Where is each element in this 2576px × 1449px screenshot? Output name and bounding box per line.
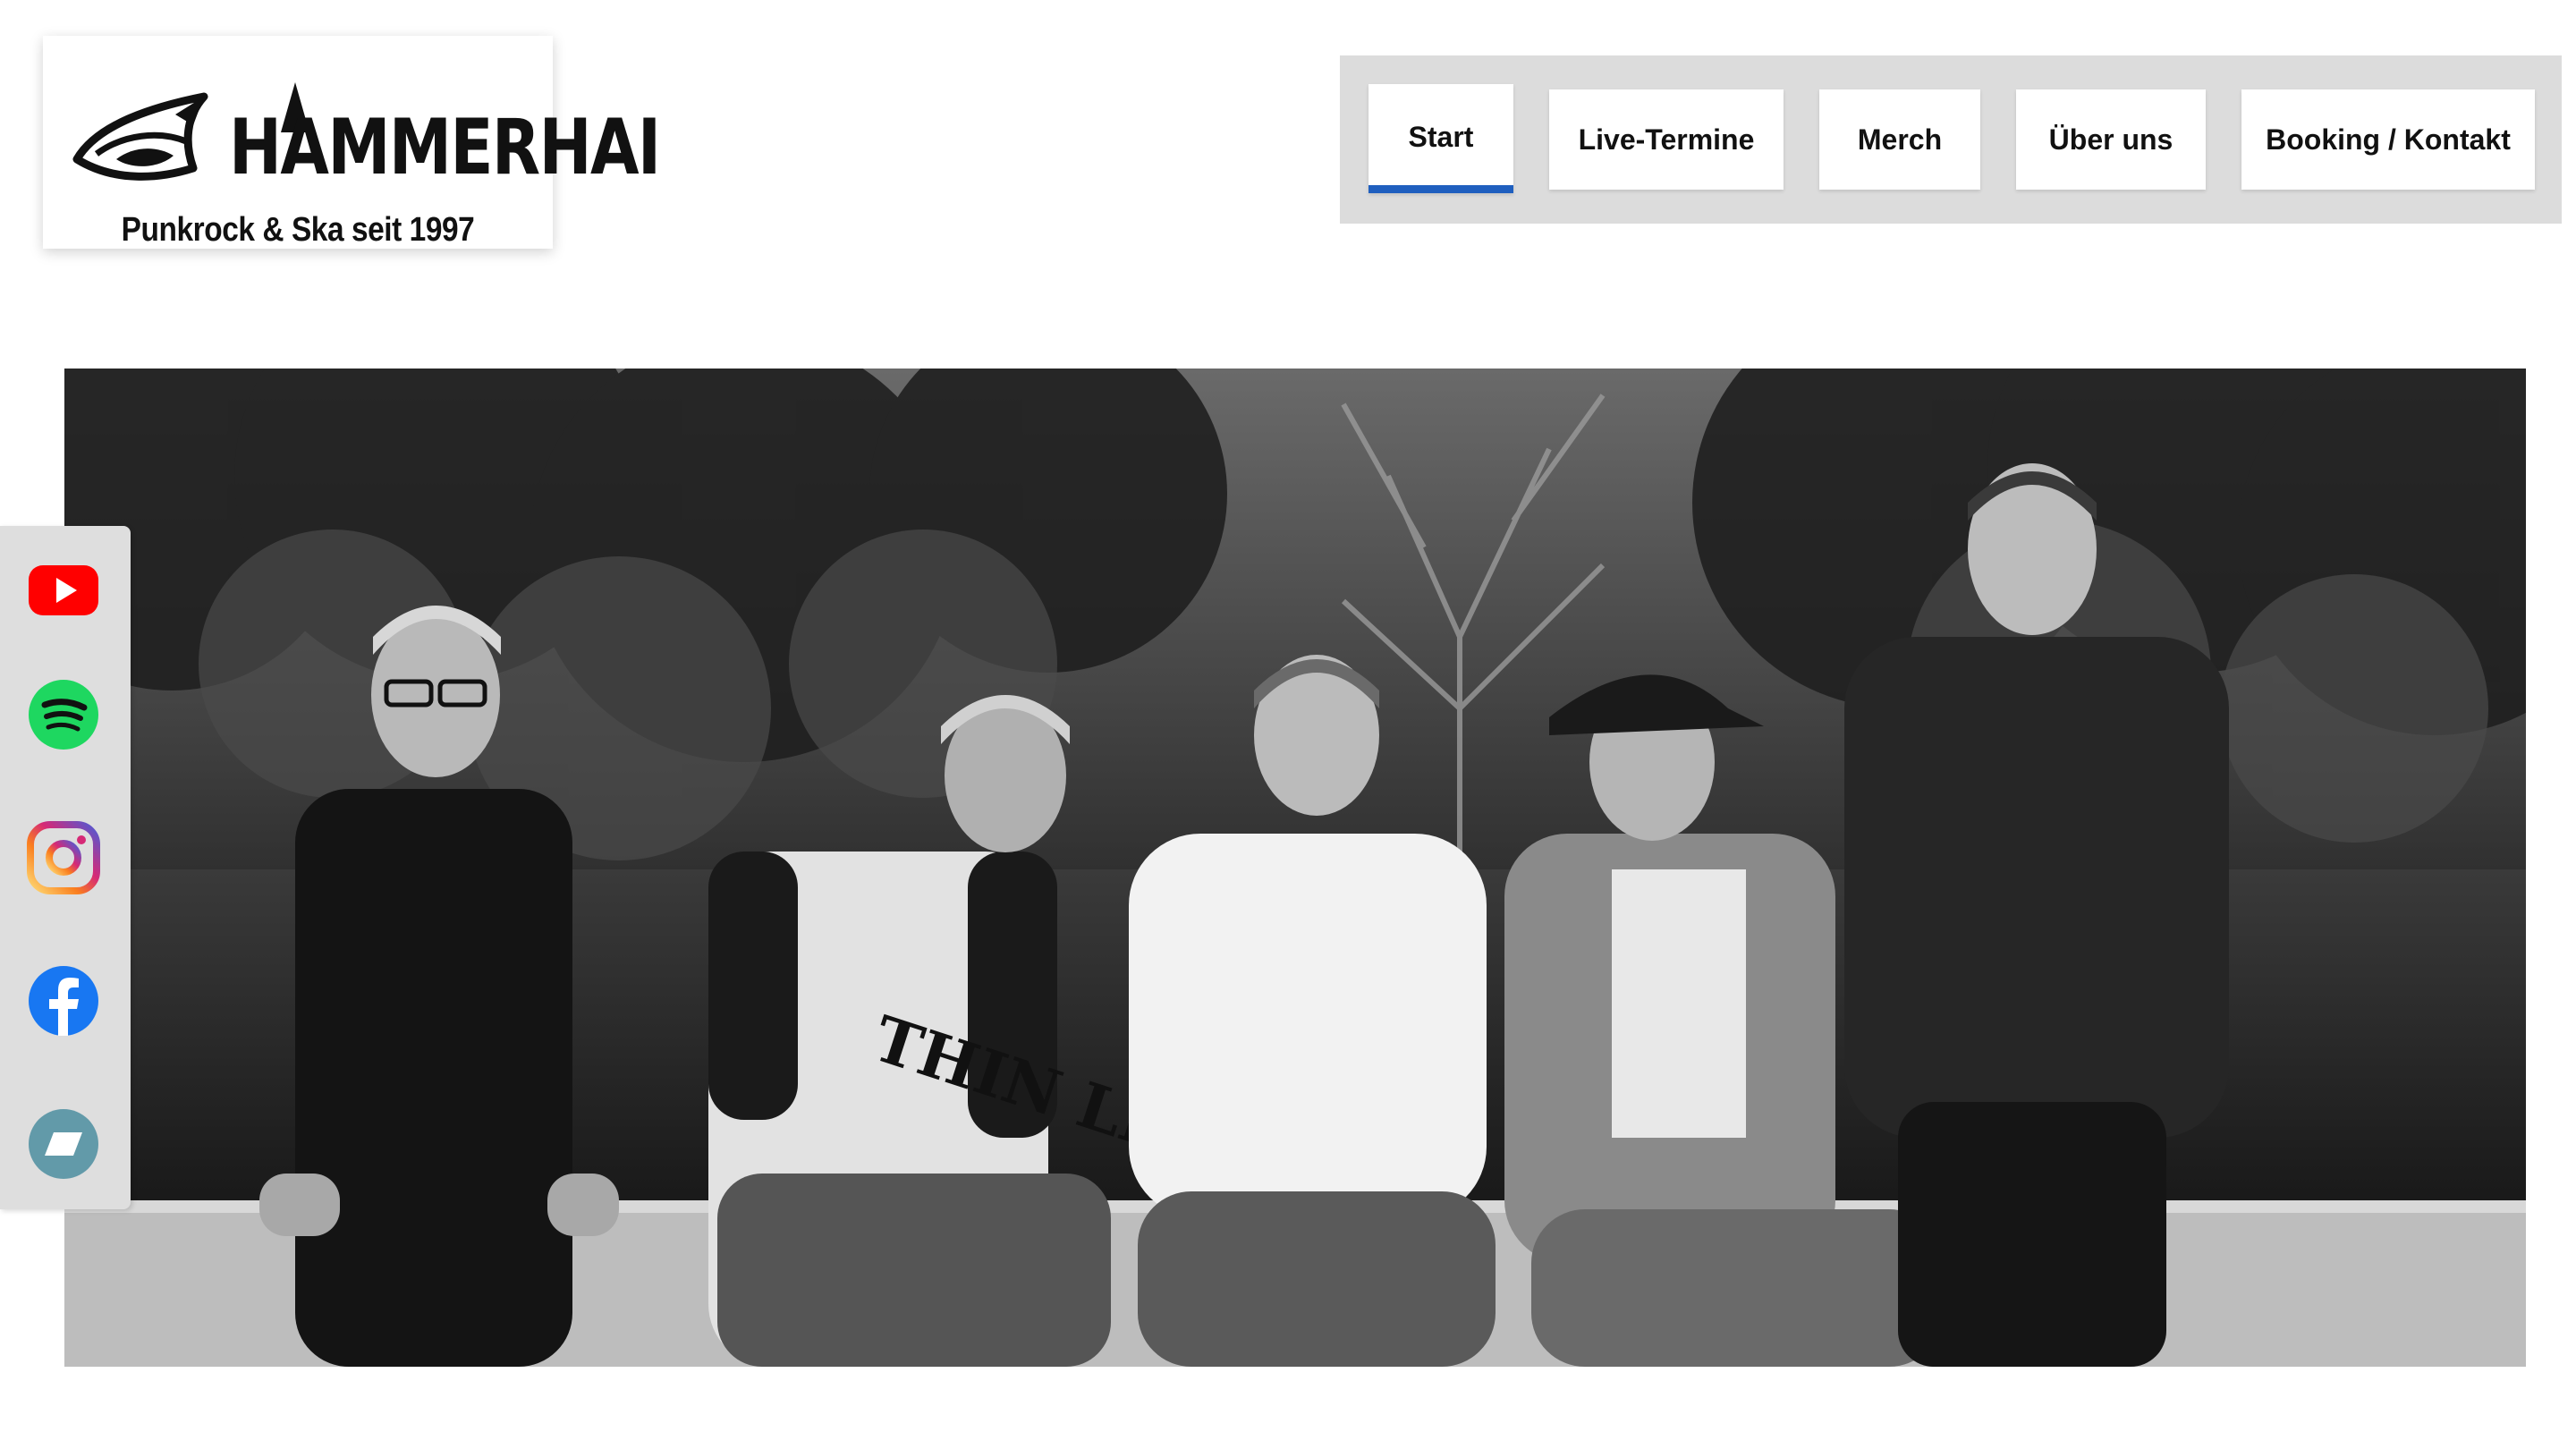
nav-item-live-termine[interactable]: Live-Termine	[1549, 89, 1784, 190]
hero-band-photo: THIN LIZZY	[64, 369, 2526, 1367]
band-photo: THIN LIZZY	[64, 369, 2526, 1367]
site-logo[interactable]: HAMMERHAI Punkrock & Ska seit 1997	[43, 36, 661, 249]
youtube-icon[interactable]	[27, 553, 100, 626]
social-sidebar	[0, 526, 131, 1209]
main-nav: Start Live-Termine Merch Über uns Bookin…	[1340, 55, 2562, 224]
instagram-icon[interactable]	[27, 821, 100, 894]
nav-item-merch[interactable]: Merch	[1819, 89, 1980, 190]
logo-mark: HAMMERHAI	[70, 63, 661, 197]
logo-wordmark: HAMMERHAI	[229, 103, 661, 192]
page: HAMMERHAI Punkrock & Ska seit 1997 Start…	[0, 0, 2576, 1449]
bandcamp-icon[interactable]	[27, 1107, 100, 1181]
spotify-icon[interactable]	[27, 678, 100, 751]
nav-item-ueber-uns[interactable]: Über uns	[2016, 89, 2206, 190]
nav-item-booking-kontakt[interactable]: Booking / Kontakt	[2241, 89, 2535, 190]
shark-eye-icon	[72, 92, 208, 181]
nav-item-start[interactable]: Start	[1368, 84, 1513, 193]
logo-tagline: Punkrock & Ska seit 1997	[121, 211, 475, 249]
facebook-icon[interactable]	[27, 964, 100, 1038]
